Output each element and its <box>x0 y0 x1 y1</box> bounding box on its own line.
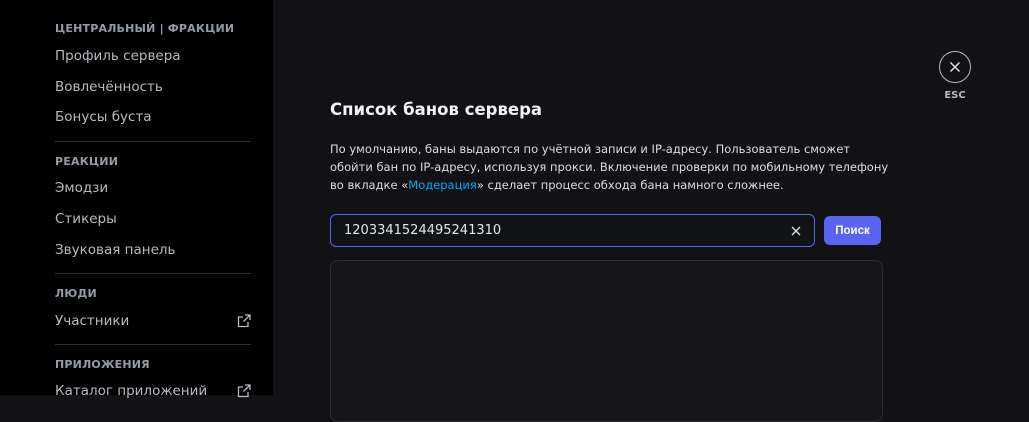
search-box <box>330 214 815 247</box>
sidebar-divider <box>55 141 251 142</box>
ban-list-results <box>330 260 883 422</box>
description-text-end: » сделает процесс обхода бана намного сл… <box>476 178 784 192</box>
clear-search-button[interactable] <box>788 223 804 239</box>
sidebar-item-stickers[interactable]: Стикеры <box>55 209 251 229</box>
sidebar-item-label: Бонусы буста <box>55 109 152 125</box>
external-link-icon <box>237 314 251 328</box>
sidebar-divider <box>55 273 251 274</box>
external-link-icon <box>237 384 251 398</box>
sidebar-item-soundboard[interactable]: Звуковая панель <box>55 240 251 260</box>
sidebar-item-label: Профиль сервера <box>55 48 181 64</box>
sidebar-item-label: Стикеры <box>55 211 117 227</box>
page-title: Список банов сервера <box>330 100 543 119</box>
main-content: Список банов сервера По умолчанию, баны … <box>273 0 1029 422</box>
sidebar-item-label: Звуковая панель <box>55 242 176 258</box>
sidebar-item-label: Вовлечённость <box>55 79 163 95</box>
sidebar-item-engagement[interactable]: Вовлечённость <box>55 77 251 97</box>
section-header-apps: ПРИЛОЖЕНИЯ <box>55 358 150 371</box>
close-button[interactable] <box>939 51 971 83</box>
sidebar-item-app-directory[interactable]: Каталог приложений <box>55 381 251 401</box>
settings-sidebar: ЦЕНТРАЛЬНЫЙ | ФРАКЦИИ Профиль сервера Во… <box>0 0 273 399</box>
ban-list-description: По умолчанию, баны выдаются по учётной з… <box>330 140 890 194</box>
search-button[interactable]: Поиск <box>824 216 881 245</box>
close-icon <box>791 226 801 235</box>
sidebar-item-label: Каталог приложений <box>55 383 208 399</box>
ban-search-input[interactable] <box>342 222 788 239</box>
moderation-link[interactable]: Модерация <box>408 178 477 192</box>
sidebar-item-label: Участники <box>55 313 130 329</box>
section-header-central: ЦЕНТРАЛЬНЫЙ | ФРАКЦИИ <box>55 22 235 35</box>
close-settings: ESC <box>939 51 971 101</box>
esc-label: ESC <box>944 90 966 101</box>
sidebar-item-boost-perks[interactable]: Бонусы буста <box>55 107 251 127</box>
sidebar-item-emoji[interactable]: Эмодзи <box>55 178 251 198</box>
sidebar-item-label: Эмодзи <box>55 180 109 196</box>
close-icon <box>949 61 961 73</box>
sidebar-item-members[interactable]: Участники <box>55 311 251 331</box>
section-header-people: ЛЮДИ <box>55 287 97 300</box>
sidebar-item-server-profile[interactable]: Профиль сервера <box>55 46 251 66</box>
sidebar-divider <box>55 344 251 345</box>
section-header-reactions: РЕАКЦИИ <box>55 155 119 168</box>
